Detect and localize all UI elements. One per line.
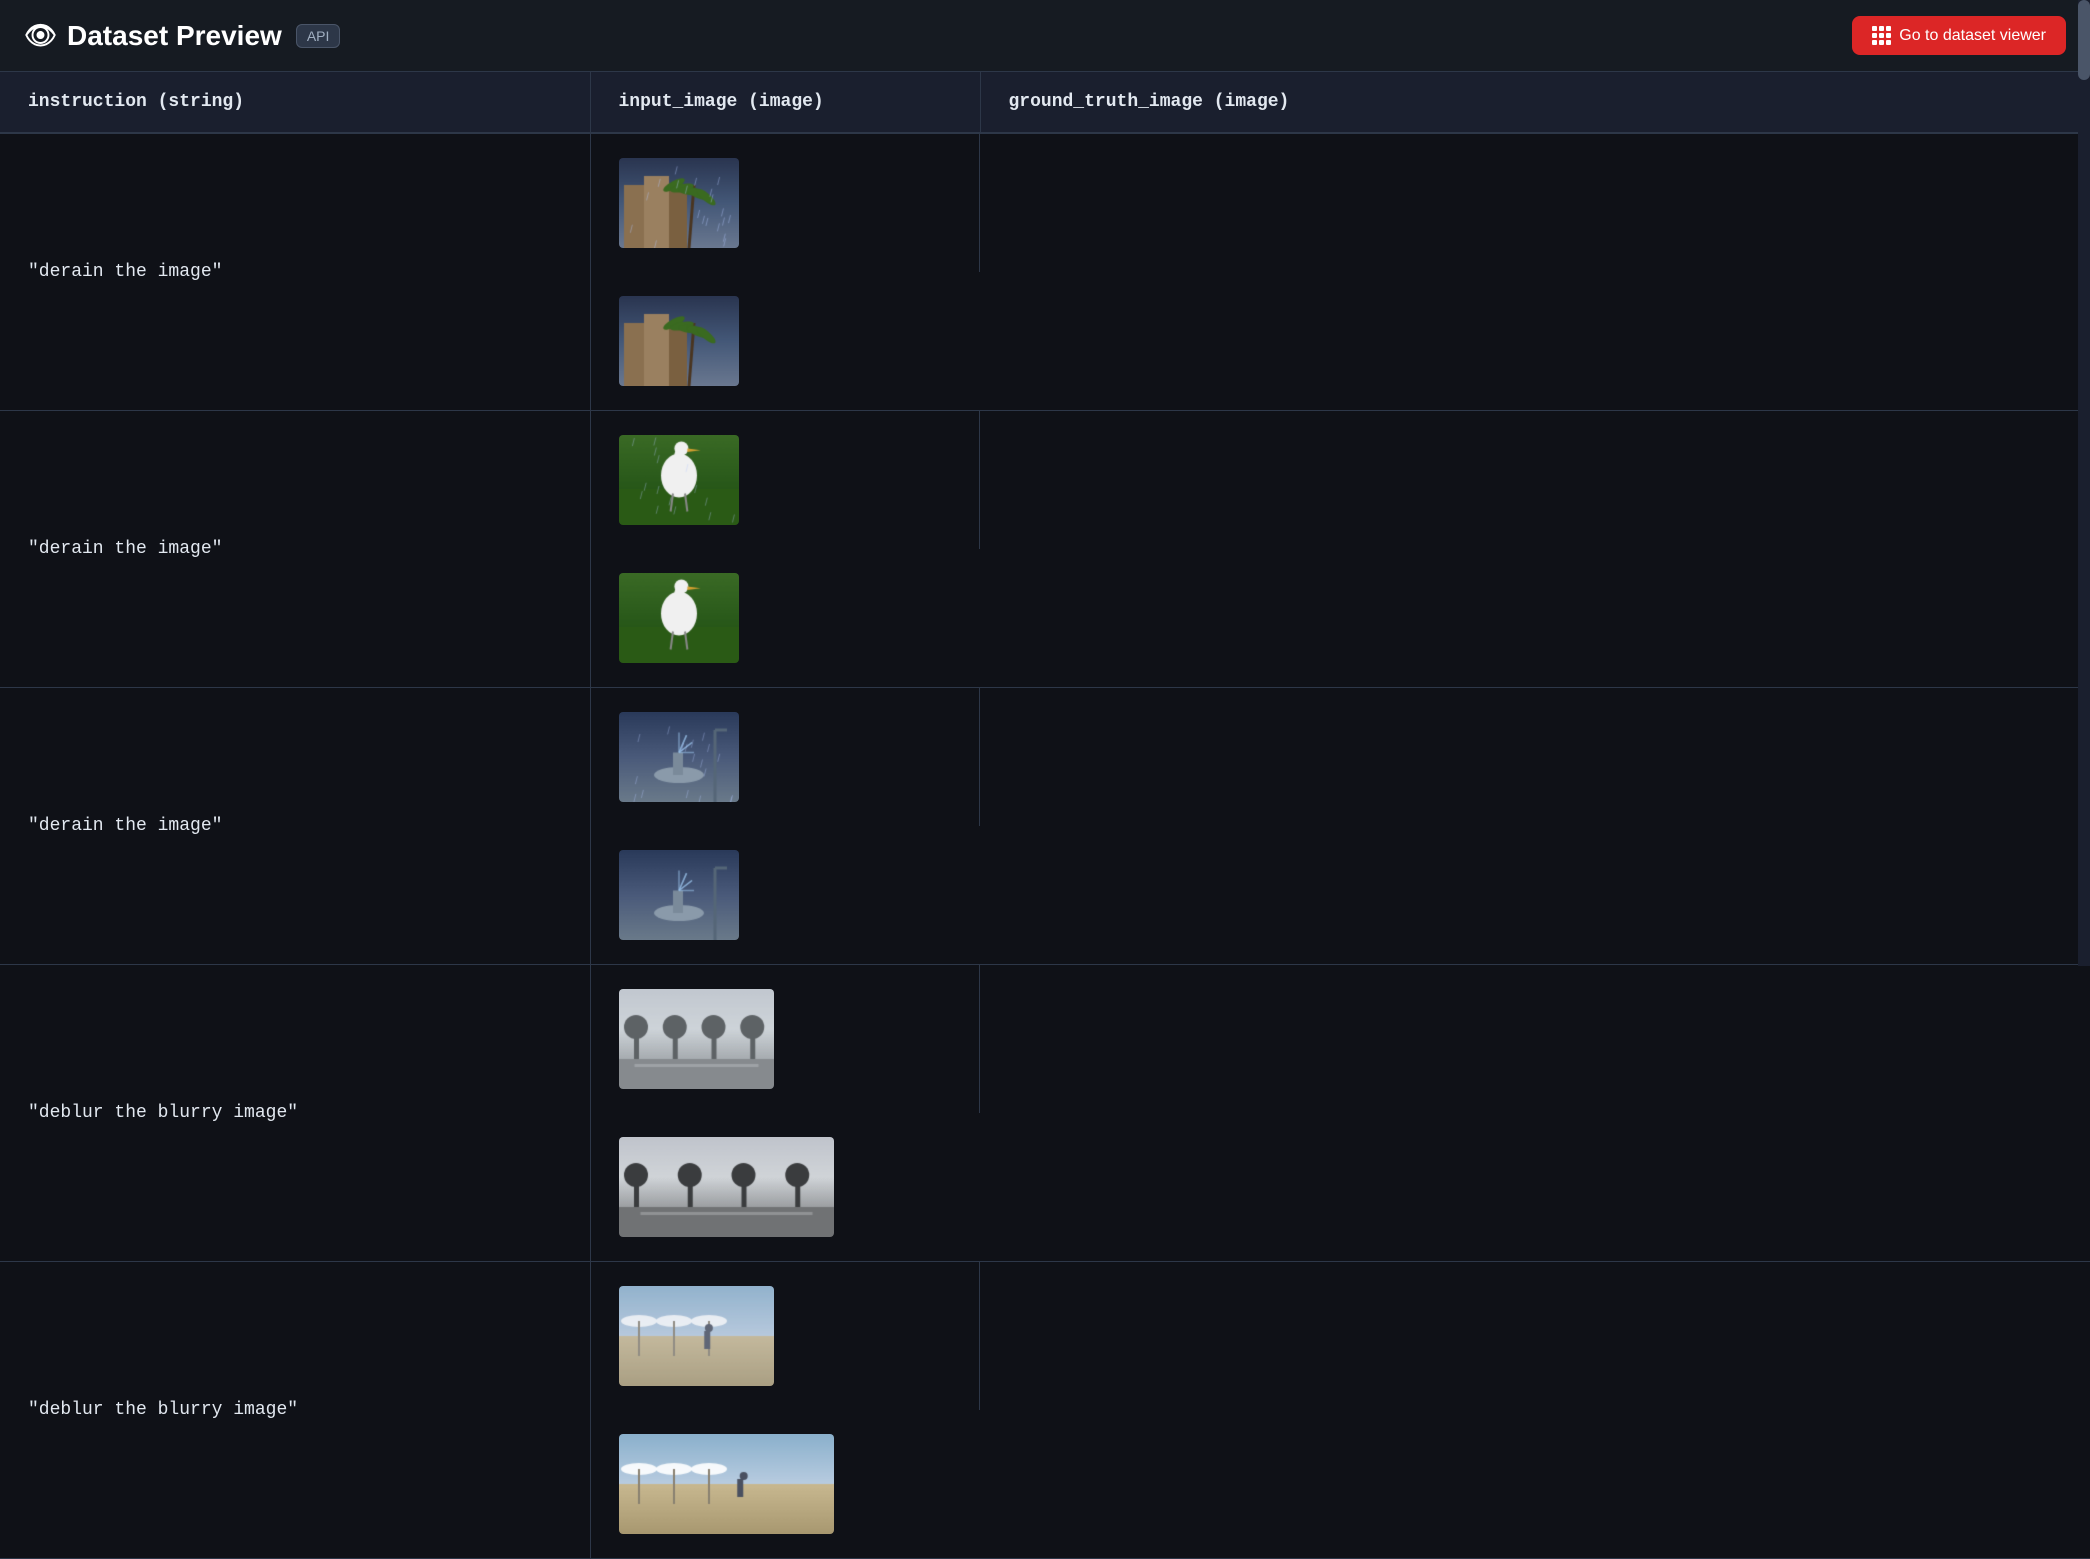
title-text: Dataset Preview: [67, 20, 282, 52]
ground-truth-image[interactable]: [619, 850, 739, 940]
go-to-viewer-button[interactable]: Go to dataset viewer: [1852, 16, 2066, 55]
dataset-table: instruction (string) input_image (image)…: [0, 72, 2090, 1559]
input-image[interactable]: [619, 158, 739, 248]
instruction-cell: "deblur the blurry image": [0, 1262, 590, 1559]
instruction-text: "derain the image": [28, 262, 222, 282]
viewer-button-label: Go to dataset viewer: [1899, 27, 2046, 45]
ground-truth-image-cell: [591, 549, 981, 687]
col-header-ground-truth: ground_truth_image (image): [980, 72, 2090, 133]
eye-icon: 👁: [24, 20, 57, 51]
ground-truth-image-cell: [591, 272, 981, 410]
ground-truth-image[interactable]: [619, 573, 739, 663]
ground-truth-image[interactable]: [619, 1137, 834, 1237]
input-image[interactable]: [619, 435, 739, 525]
table-row: "derain the image": [0, 133, 2090, 411]
input-image-cell: [591, 134, 981, 272]
table-row: "deblur the blurry image": [0, 1262, 2090, 1559]
page-title: 👁 Dataset Preview: [24, 20, 282, 52]
scrollbar-thumb[interactable]: [2078, 0, 2090, 80]
input-image[interactable]: [619, 712, 739, 802]
instruction-cell: "derain the image": [0, 133, 590, 411]
instruction-text: "deblur the blurry image": [28, 1400, 298, 1420]
grid-icon: [1872, 26, 1891, 45]
header-left: 👁 Dataset Preview API: [24, 20, 340, 52]
ground-truth-image-cell: [591, 1410, 981, 1558]
instruction-cell: "derain the image": [0, 411, 590, 688]
input-image[interactable]: [619, 989, 774, 1089]
instruction-cell: "deblur the blurry image": [0, 965, 590, 1262]
instruction-text: "derain the image": [28, 539, 222, 559]
ground-truth-image[interactable]: [619, 1434, 834, 1534]
table-row: "deblur the blurry image": [0, 965, 2090, 1262]
input-image-cell: [591, 965, 981, 1113]
input-image-cell: [591, 688, 981, 826]
scrollbar-track[interactable]: [2078, 0, 2090, 966]
instruction-cell: "derain the image": [0, 688, 590, 965]
table-row: "derain the image": [0, 688, 2090, 965]
ground-truth-image-cell: [591, 1113, 981, 1261]
instruction-text: "deblur the blurry image": [28, 1103, 298, 1123]
api-button[interactable]: API: [296, 24, 341, 48]
col-header-input-image: input_image (image): [590, 72, 980, 133]
col-header-instruction: instruction (string): [0, 72, 590, 133]
input-image-cell: [591, 411, 981, 549]
header: 👁 Dataset Preview API Go to dataset view…: [0, 0, 2090, 72]
input-image-cell: [591, 1262, 981, 1410]
ground-truth-image[interactable]: [619, 296, 739, 386]
ground-truth-image-cell: [591, 826, 981, 964]
input-image[interactable]: [619, 1286, 774, 1386]
table-header-row: instruction (string) input_image (image)…: [0, 72, 2090, 133]
table-row: "derain the image": [0, 411, 2090, 688]
instruction-text: "derain the image": [28, 816, 222, 836]
